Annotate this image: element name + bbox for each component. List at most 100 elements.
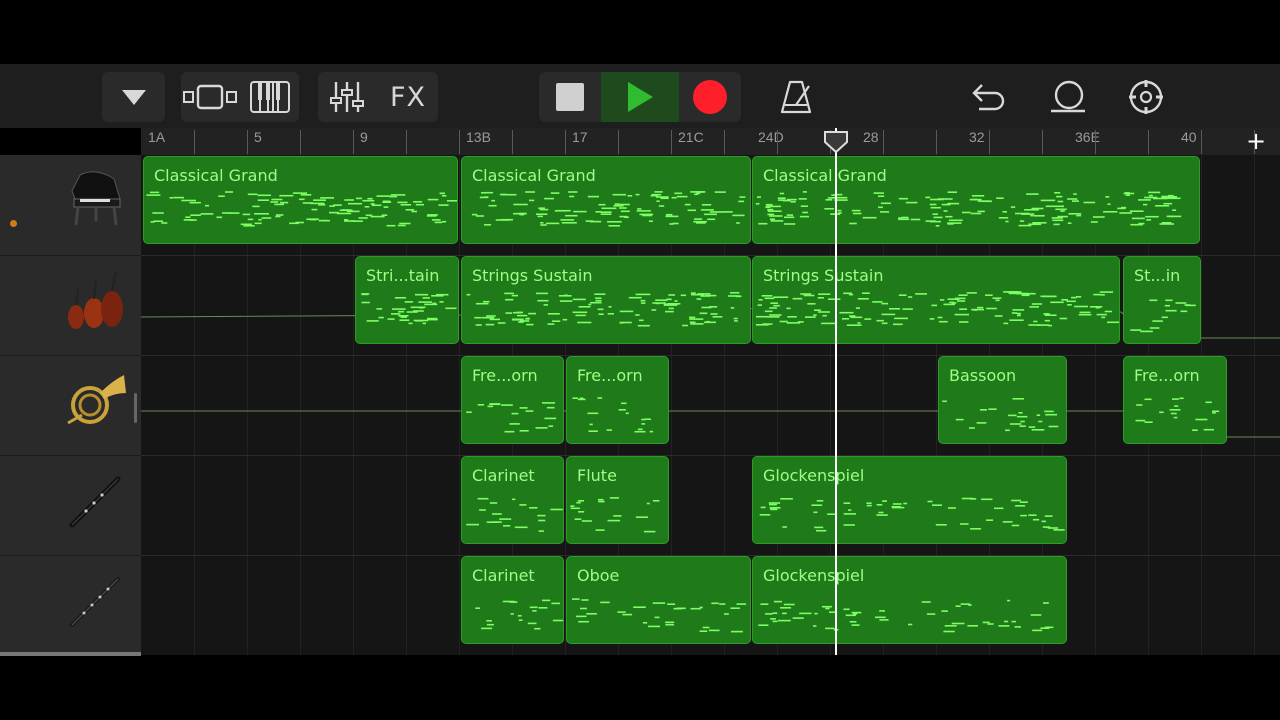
mixer-icon[interactable] <box>318 72 376 122</box>
midi-note <box>257 199 270 201</box>
midi-note <box>1136 404 1143 406</box>
midi-note <box>564 294 568 297</box>
midi-note <box>539 208 549 211</box>
midi-note <box>665 213 673 216</box>
midi-note <box>1031 429 1045 431</box>
midi-note <box>1101 316 1106 319</box>
playhead[interactable] <box>835 128 837 655</box>
midi-note <box>1045 205 1060 208</box>
region-french-horn[interactable]: Fre...orn <box>566 356 669 444</box>
midi-note <box>575 314 586 317</box>
add-section-button[interactable]: + <box>1246 128 1266 155</box>
settings-icon <box>1129 80 1163 114</box>
midi-note <box>696 192 701 195</box>
fx-button[interactable]: FX <box>378 72 438 122</box>
record-button[interactable] <box>679 72 741 122</box>
region-clarinet[interactable]: Glockenspiel <box>752 456 1067 544</box>
midi-note <box>309 218 317 221</box>
region-french-horn[interactable]: Bassoon <box>938 356 1067 444</box>
midi-note <box>654 191 663 193</box>
midi-note <box>817 297 824 299</box>
region-clarinet[interactable]: Flute <box>566 456 669 544</box>
midi-note <box>484 224 492 226</box>
track-header-piano[interactable] <box>0 155 141 256</box>
midi-note <box>551 602 560 605</box>
region-french-horn[interactable]: Fre...orn <box>461 356 564 444</box>
midi-notes <box>146 191 457 227</box>
midi-note <box>1030 214 1034 217</box>
midi-note <box>1032 629 1043 632</box>
region-grand-piano[interactable]: Classical Grand <box>461 156 751 244</box>
midi-note <box>880 211 890 213</box>
track-header-clarinet[interactable] <box>0 455 141 556</box>
midi-note <box>318 204 326 206</box>
midi-note <box>544 417 557 420</box>
track-header-oboe[interactable] <box>0 555 141 656</box>
tracks-area[interactable]: Classical Grand Classical Grand Classical … <box>141 155 1280 655</box>
midi-note <box>149 191 160 194</box>
midi-note <box>352 220 363 222</box>
midi-note <box>628 296 642 299</box>
midi-note <box>848 293 854 296</box>
midi-note <box>759 514 771 516</box>
midi-note <box>586 613 597 615</box>
midi-note <box>827 197 835 199</box>
playhead-handle[interactable] <box>823 130 849 154</box>
region-grand-piano[interactable]: Classical Grand <box>752 156 1200 244</box>
timeline-ruler[interactable]: 1A 5 9 13B 17 21C 24D 28 32 36E 40 <box>141 128 1280 156</box>
midi-note <box>536 292 549 295</box>
midi-note <box>1144 196 1158 199</box>
loop-button[interactable] <box>1042 72 1094 122</box>
midi-note <box>446 200 457 202</box>
keyboard-icon[interactable] <box>241 72 299 122</box>
metronome-button[interactable] <box>770 72 822 122</box>
midi-note <box>481 192 486 194</box>
region-french-horn[interactable]: Fre...orn <box>1123 356 1227 444</box>
midi-note <box>389 195 398 198</box>
region-name: Classical Grand <box>763 166 887 185</box>
region-strings[interactable]: Strings Sustain <box>752 256 1120 344</box>
midi-note <box>589 423 593 426</box>
midi-note <box>535 427 548 429</box>
midi-note <box>588 303 592 306</box>
region-name: Bassoon <box>949 366 1017 385</box>
midi-note <box>542 599 551 602</box>
midi-note <box>572 397 578 399</box>
region-clarinet[interactable]: Clarinet <box>461 456 564 544</box>
midi-note <box>410 306 426 309</box>
stop-button[interactable] <box>539 72 601 122</box>
midi-note <box>1073 193 1077 195</box>
midi-note <box>552 619 563 622</box>
undo-button[interactable] <box>962 72 1014 122</box>
region-oboe[interactable]: Glockenspiel <box>752 556 1067 644</box>
region-grand-piano[interactable]: Classical Grand <box>143 156 458 244</box>
midi-note <box>1144 421 1153 423</box>
ruler-label: 21C <box>678 129 704 145</box>
midi-note <box>971 308 984 311</box>
midi-note <box>313 199 326 201</box>
midi-note <box>682 324 688 327</box>
midi-note <box>981 498 993 501</box>
region-oboe[interactable]: Clarinet <box>461 556 564 644</box>
tracks-dropdown-button[interactable] <box>102 72 165 122</box>
midi-note <box>422 322 426 325</box>
region-strings[interactable]: Strings Sustain <box>461 256 751 344</box>
scroll-indicator[interactable] <box>134 393 137 423</box>
midi-note <box>486 623 494 626</box>
midi-note <box>243 225 255 227</box>
midi-notes <box>755 191 1182 227</box>
midi-note <box>768 213 775 216</box>
region-name: Fre...orn <box>577 366 643 385</box>
settings-button[interactable] <box>1120 72 1172 122</box>
region-strings[interactable]: St...in <box>1123 256 1201 344</box>
play-button[interactable] <box>601 72 679 122</box>
track-header-french-horn[interactable] <box>0 355 141 456</box>
loop-browser-icon[interactable] <box>181 72 239 122</box>
midi-note <box>1192 429 1198 431</box>
midi-note <box>667 303 681 305</box>
midi-note <box>397 224 406 227</box>
region-oboe[interactable]: Oboe <box>566 556 751 644</box>
region-strings[interactable]: Stri...tain <box>355 256 459 344</box>
midi-notes <box>466 402 557 433</box>
track-header-strings[interactable] <box>0 255 141 356</box>
